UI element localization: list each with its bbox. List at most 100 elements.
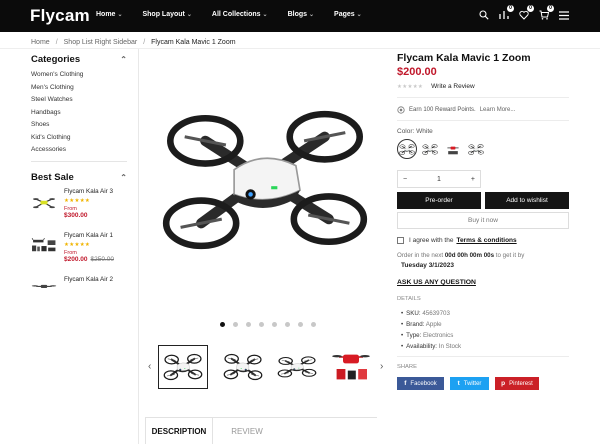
add-to-wishlist-button[interactable]: Add to wishlist xyxy=(485,192,569,209)
nav-item-shop-layout[interactable]: Shop Layout ⌄ xyxy=(142,11,191,18)
product-info: Flycam Kala Air 2 xyxy=(64,276,128,283)
nav-item-blogs[interactable]: Blogs ⌄ xyxy=(288,11,314,18)
breadcrumb-home[interactable]: Home xyxy=(31,39,50,46)
menu-icon[interactable] xyxy=(558,8,570,22)
swatch-drone-image xyxy=(468,143,484,155)
quantity-stepper: − + xyxy=(397,170,481,188)
best-sale-title: Best Sale xyxy=(31,171,74,183)
category-item[interactable]: Steel Watches xyxy=(31,94,127,107)
category-item[interactable]: Men's Clothing xyxy=(31,82,127,95)
bullet: • xyxy=(401,343,404,350)
reward-points: Earn 100 Reward Points. Learn More... xyxy=(397,106,515,114)
product-thumbnail[interactable] xyxy=(31,232,57,258)
chevron-down-icon: ⌄ xyxy=(309,12,315,18)
product-name[interactable]: Flycam Kala Air 2 xyxy=(64,276,128,283)
share-facebook-button[interactable]: f Facebook xyxy=(397,377,444,390)
gallery-thumbnail[interactable] xyxy=(218,345,268,389)
nav-item-all-collections[interactable]: All Collections ⌄ xyxy=(212,11,268,18)
category-item[interactable]: Kid's Clothing xyxy=(31,132,127,145)
quantity-decrease-button[interactable]: − xyxy=(403,176,407,183)
gallery-dot[interactable] xyxy=(298,322,303,327)
detail-value: In Stock xyxy=(438,343,462,350)
gallery-dot[interactable] xyxy=(259,322,264,327)
chevron-up-icon[interactable]: ⌃ xyxy=(120,173,127,182)
gallery-dot[interactable] xyxy=(272,322,277,327)
share-label: SHARE xyxy=(397,364,417,370)
gallery-dot[interactable] xyxy=(246,322,251,327)
terms-link[interactable]: Terms & conditions xyxy=(456,237,516,244)
breadcrumb-current: Flycam Kala Mavic 1 Zoom xyxy=(151,39,236,46)
best-sale-header[interactable]: Best Sale ⌃ xyxy=(31,170,127,184)
compare-count-badge: 0 xyxy=(507,5,514,12)
gallery-dot[interactable] xyxy=(285,322,290,327)
buy-now-button[interactable]: Buy it now xyxy=(397,212,569,229)
terms-checkbox[interactable] xyxy=(397,237,404,244)
tab-description[interactable]: DESCRIPTION xyxy=(145,417,213,444)
order-suffix: to get it by xyxy=(495,252,525,259)
color-swatch-black[interactable] xyxy=(420,139,440,159)
categories-header[interactable]: Categories ⌃ xyxy=(31,52,127,66)
gallery-dot[interactable] xyxy=(233,322,238,327)
ask-question-link[interactable]: ASK US ANY QUESTION xyxy=(397,279,476,286)
share-twitter-button[interactable]: t Twitter xyxy=(450,377,489,390)
product-thumbnail[interactable] xyxy=(31,276,57,302)
color-swatch-grey[interactable] xyxy=(466,139,486,159)
sidebar-best-sale: Best Sale ⌃ Flycam Kala Air 3 ★★★★★ From… xyxy=(31,170,127,288)
compare-icon[interactable]: 0 xyxy=(498,5,514,22)
bullet: • xyxy=(401,332,404,339)
color-swatch-white[interactable] xyxy=(397,139,417,159)
gallery-thumbnail[interactable] xyxy=(326,345,376,389)
detail-availability: • Availability: In Stock xyxy=(401,341,461,352)
detail-value: 45639703 xyxy=(422,310,450,317)
detail-value[interactable]: Electronics xyxy=(423,332,453,339)
site-logo[interactable]: Flycam xyxy=(30,6,90,26)
share-pinterest-button[interactable]: p Pinterest xyxy=(495,377,539,390)
detail-value[interactable]: Apple xyxy=(426,321,442,328)
countdown-timer: 00d 00h 00m 00s xyxy=(444,252,495,259)
product-name[interactable]: Flycam Kala Air 1 xyxy=(64,232,128,239)
quantity-increase-button[interactable]: + xyxy=(471,176,475,183)
cart-icon[interactable]: 0 xyxy=(538,5,554,22)
category-item[interactable]: Handbags xyxy=(31,107,127,120)
product-main-image[interactable] xyxy=(160,95,370,265)
learn-more-link[interactable]: Learn More... xyxy=(480,107,516,113)
category-item[interactable]: Shoes xyxy=(31,119,127,132)
gallery-thumbnail[interactable] xyxy=(158,345,208,389)
divider xyxy=(397,97,569,98)
nav-item-label: Blogs xyxy=(287,11,308,18)
pinterest-icon: p xyxy=(501,380,506,387)
gallery-dot[interactable] xyxy=(311,322,316,327)
product-price: $300.00 xyxy=(64,212,128,219)
chevron-left-icon[interactable]: ‹ xyxy=(148,361,151,372)
cart-count-badge: 0 xyxy=(547,5,554,12)
category-item[interactable]: Women's Clothing xyxy=(31,69,127,82)
heart-icon[interactable]: 0 xyxy=(518,5,534,22)
color-swatch-red[interactable] xyxy=(443,139,463,159)
gallery-dots xyxy=(220,322,324,327)
chevron-up-icon[interactable]: ⌃ xyxy=(120,55,127,64)
twitter-icon: t xyxy=(457,380,460,387)
category-item[interactable]: Accessories xyxy=(31,144,127,157)
tab-review[interactable]: REVIEW xyxy=(223,418,271,444)
write-review-link[interactable]: Write a Review xyxy=(431,83,475,90)
gallery-dot[interactable] xyxy=(220,322,225,327)
nav-item-home[interactable]: Home ⌄ xyxy=(96,11,122,18)
quantity-input[interactable] xyxy=(424,175,454,183)
search-icon[interactable] xyxy=(478,8,490,22)
bullet: • xyxy=(401,321,404,328)
breadcrumb: Home / Shop List Right Sidebar / Flycam … xyxy=(31,39,236,46)
chevron-down-icon: ⌄ xyxy=(186,12,192,18)
preorder-button[interactable]: Pre-order xyxy=(397,192,481,209)
drone-thumbnail-image xyxy=(277,355,317,378)
product-thumbnail[interactable] xyxy=(31,188,57,214)
divider xyxy=(397,356,569,357)
nav-item-pages[interactable]: Pages ⌄ xyxy=(334,11,362,18)
reward-text: Earn 100 Reward Points. xyxy=(409,107,476,113)
breadcrumb-shop[interactable]: Shop List Right Sidebar xyxy=(64,39,138,46)
gallery-thumbnail[interactable] xyxy=(272,345,322,389)
chevron-right-icon[interactable]: › xyxy=(380,361,383,372)
facebook-icon: f xyxy=(404,380,407,387)
product-name[interactable]: Flycam Kala Air 3 xyxy=(64,188,128,195)
detail-sku: • SKU: 45639703 xyxy=(401,308,461,319)
terms-agreement: I agree with the Terms & conditions xyxy=(397,237,517,244)
